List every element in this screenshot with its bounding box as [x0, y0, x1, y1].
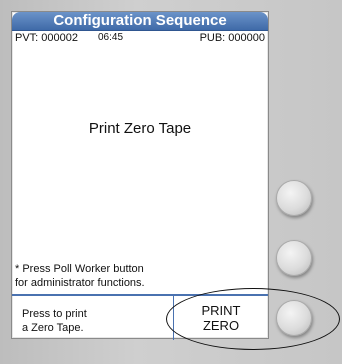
- print-zero-side-button[interactable]: [276, 300, 312, 336]
- instruction-line-2: a Zero Tape.: [22, 322, 84, 334]
- instruction-cell: Press to print a Zero Tape.: [12, 296, 174, 340]
- instruction-line-1: Press to print: [22, 308, 87, 320]
- action-line-2: ZERO: [202, 318, 240, 333]
- side-button-1[interactable]: [276, 180, 312, 216]
- pub-counter: PUB: 000000: [199, 32, 265, 44]
- bottom-action-panel: Press to print a Zero Tape. PRINT ZERO: [12, 294, 268, 340]
- poll-worker-footnote: * Press Poll Worker button for administr…: [15, 262, 265, 290]
- main-message: Print Zero Tape: [88, 120, 192, 137]
- print-zero-label: PRINT ZERO: [174, 296, 268, 340]
- display-screen: Configuration Sequence PVT: 000002 06:45…: [11, 11, 269, 340]
- footnote-line-1: * Press Poll Worker button: [15, 263, 144, 275]
- pvt-counter: PVT: 000002: [15, 32, 78, 44]
- screen-title: Configuration Sequence: [12, 12, 268, 31]
- footnote-line-2: for administrator functions.: [15, 277, 145, 289]
- action-line-1: PRINT: [201, 303, 241, 318]
- clock-time: 06:45: [98, 32, 124, 43]
- status-row: PVT: 000002 06:45 PUB: 000000: [12, 31, 268, 45]
- side-button-2[interactable]: [276, 240, 312, 276]
